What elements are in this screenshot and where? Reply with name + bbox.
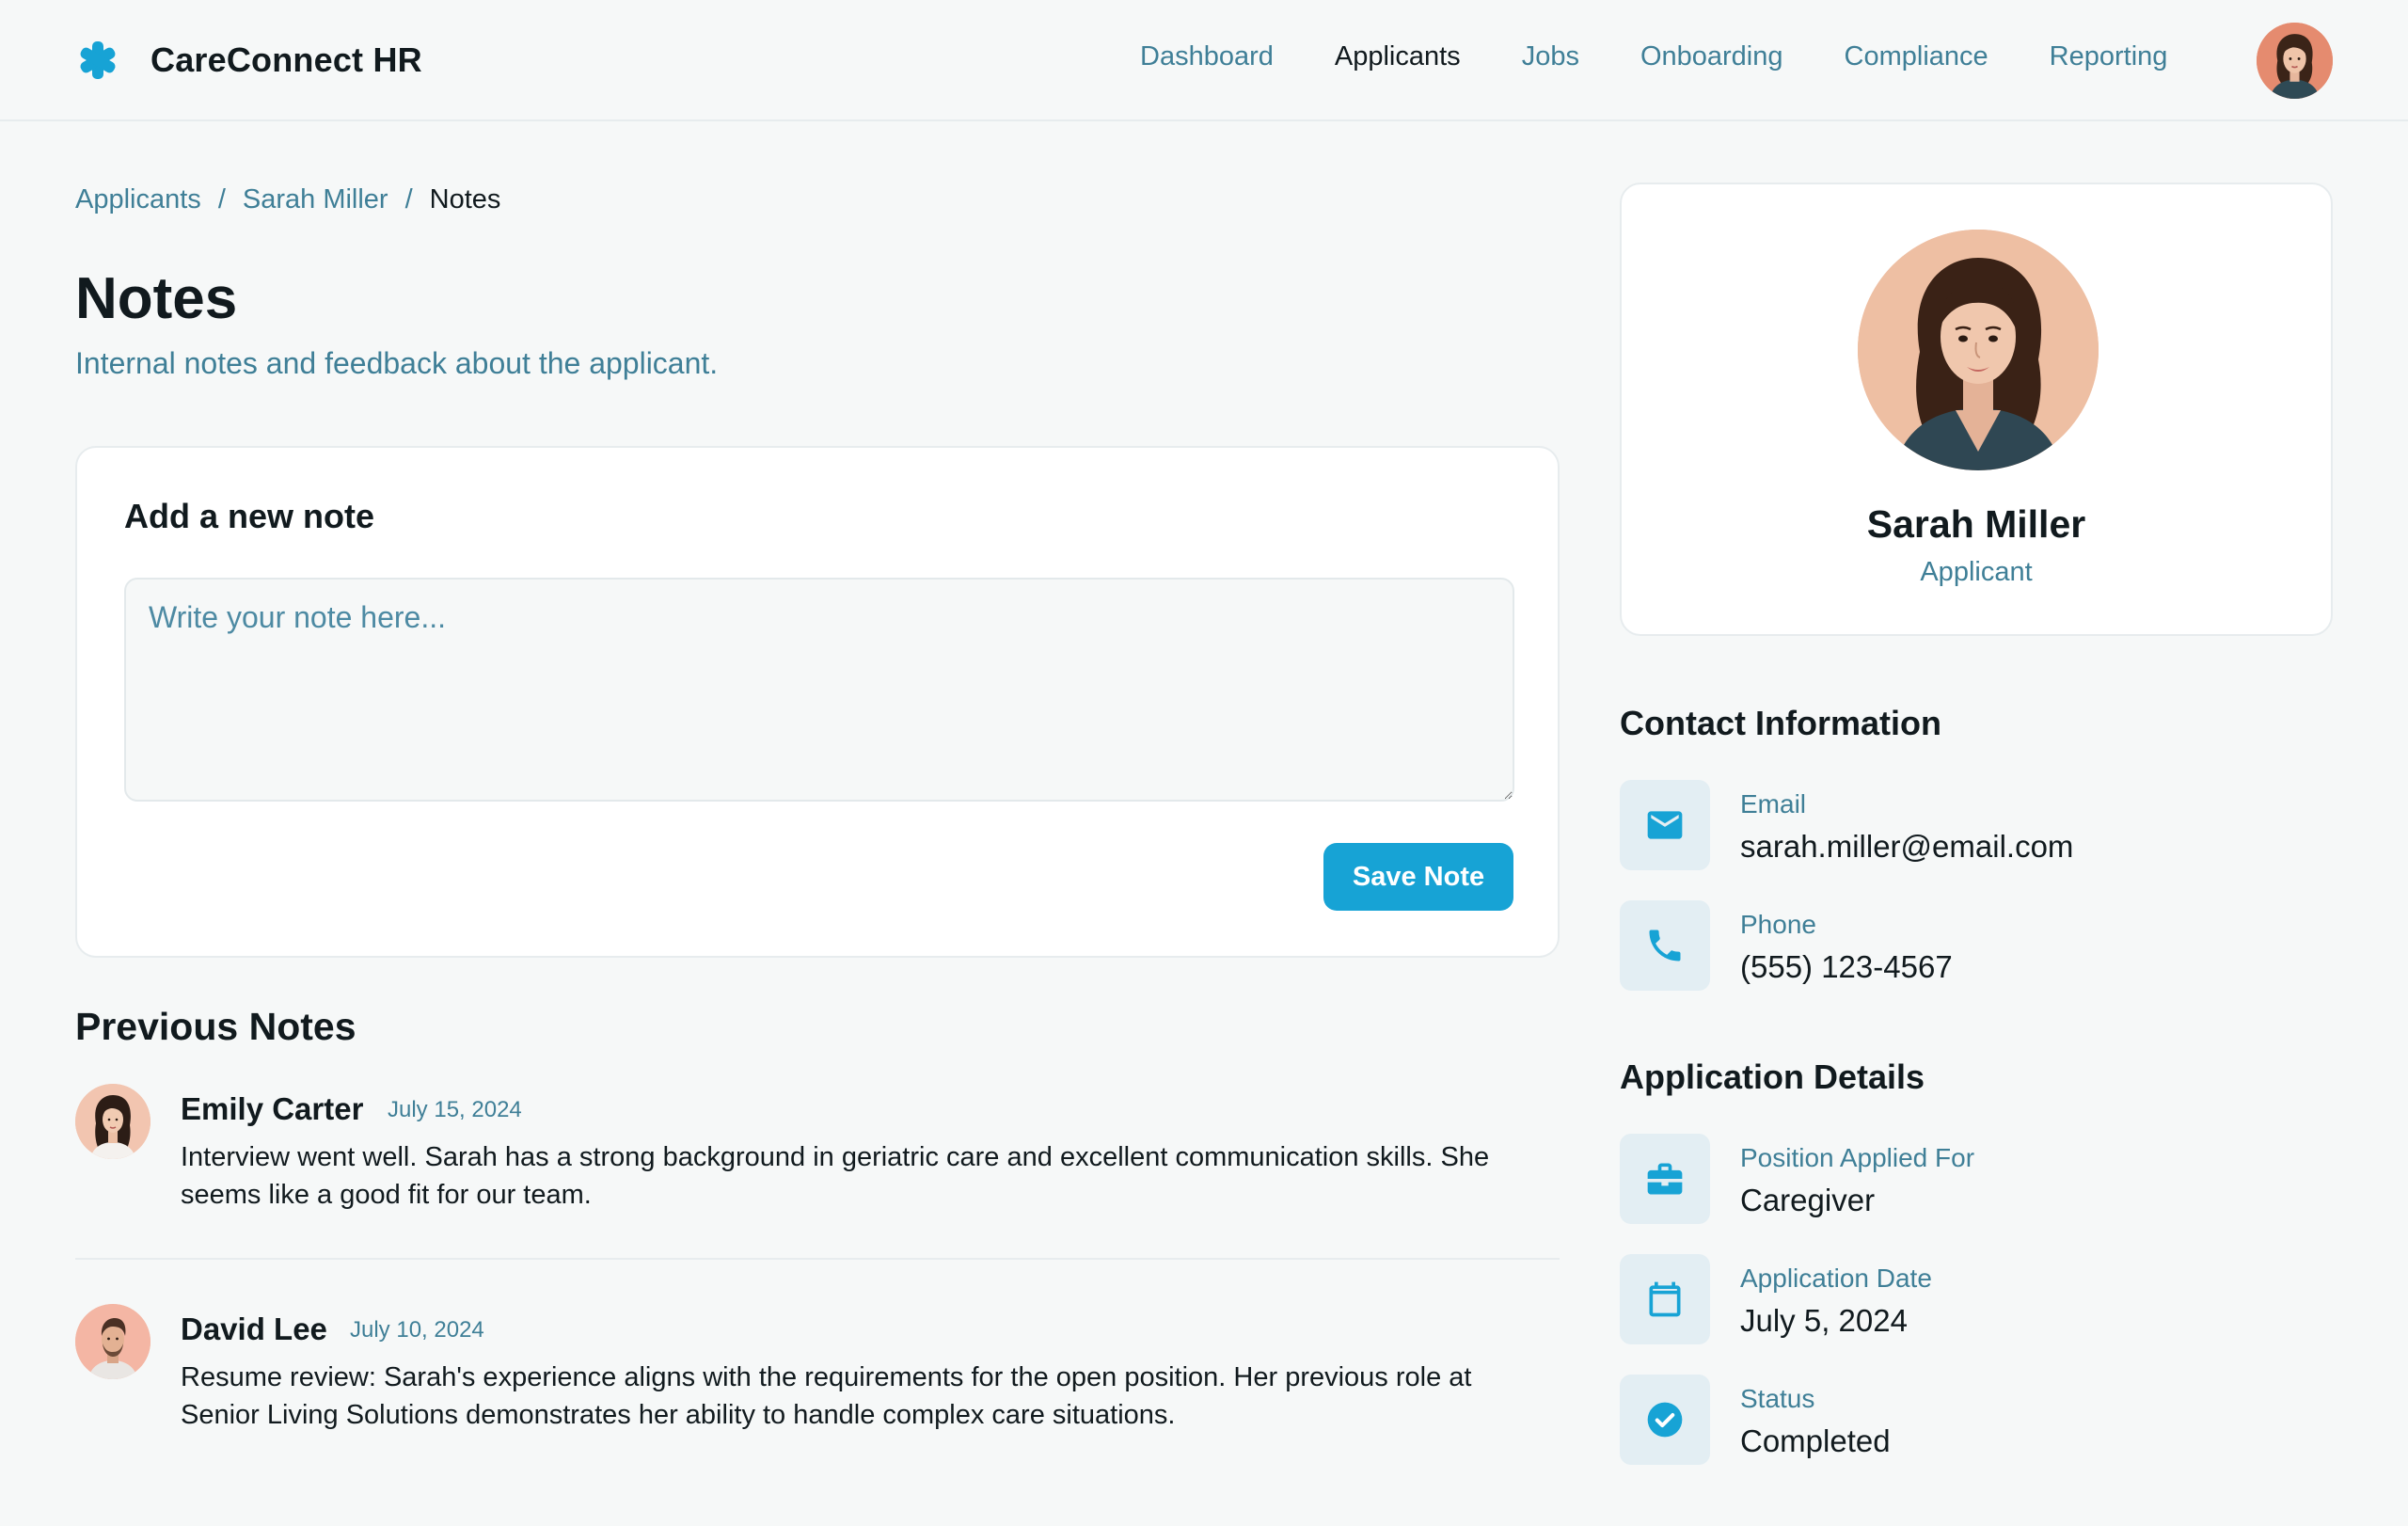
application-date-value: July 5, 2024 (1740, 1303, 1908, 1338)
applicant-name: Sarah Miller (1866, 502, 2086, 546)
user-avatar[interactable] (2257, 23, 2333, 99)
phone-label: Phone (1740, 910, 1816, 939)
note-divider (75, 1258, 1560, 1260)
note-date: July 15, 2024 (388, 1097, 522, 1122)
note-date: July 10, 2024 (350, 1317, 484, 1343)
add-note-card: Add a new note Save Note (75, 446, 1560, 958)
position-label: Position Applied For (1740, 1143, 1975, 1172)
nav-applicants[interactable]: Applicants (1335, 41, 1461, 72)
applicant-photo (1858, 230, 2099, 470)
status-label: Status (1740, 1384, 1815, 1413)
nav-onboarding[interactable]: Onboarding (1640, 41, 1783, 72)
status-row: Status Completed (1620, 1375, 2333, 1465)
check-circle-icon (1620, 1375, 1710, 1465)
note-author: Emily Carter (181, 1091, 364, 1126)
top-navigation-bar: CareConnect HR Dashboard Applicants Jobs… (0, 0, 2408, 121)
nav-compliance[interactable]: Compliance (1845, 41, 1988, 72)
brand-name: CareConnect HR (150, 40, 422, 79)
application-date-row: Application Date July 5, 2024 (1620, 1254, 2333, 1344)
note-input[interactable] (124, 578, 1514, 802)
contact-email-row: Email sarah.miller@email.com (1620, 780, 2333, 870)
breadcrumb-current: Notes (429, 184, 501, 215)
user-avatar-portrait-icon (2257, 23, 2333, 99)
phone-value[interactable]: (555) 123-4567 (1740, 949, 1953, 985)
mail-icon (1620, 780, 1710, 870)
position-row: Position Applied For Caregiver (1620, 1134, 2333, 1224)
nav-jobs[interactable]: Jobs (1522, 41, 1579, 72)
note-author-avatar (75, 1084, 150, 1159)
previous-notes-title: Previous Notes (75, 1005, 356, 1048)
breadcrumb-separator: / (217, 184, 226, 215)
note-author-avatar (75, 1304, 150, 1379)
contact-phone-row: Phone (555) 123-4567 (1620, 900, 2333, 991)
application-date-label: Application Date (1740, 1264, 1932, 1293)
note-author: David Lee (181, 1311, 327, 1346)
add-note-title: Add a new note (124, 497, 375, 535)
calendar-icon (1620, 1254, 1710, 1344)
applicant-role: Applicant (1920, 557, 2033, 587)
briefcase-icon (1620, 1134, 1710, 1224)
breadcrumb-sarah-miller[interactable]: Sarah Miller (243, 184, 388, 215)
main-nav: Dashboard Applicants Jobs Onboarding Com… (1140, 41, 2167, 72)
page-title: Notes (75, 266, 238, 331)
phone-icon (1620, 900, 1710, 991)
breadcrumb-applicants[interactable]: Applicants (75, 184, 201, 215)
medical-asterisk-icon (80, 41, 116, 79)
application-details-title: Application Details (1620, 1057, 1925, 1096)
nav-reporting[interactable]: Reporting (2050, 41, 2168, 72)
breadcrumb: Applicants / Sarah Miller / Notes (75, 184, 500, 215)
note-text: Resume review: Sarah's experience aligns… (181, 1362, 1472, 1430)
applicant-profile-card: Sarah Miller Applicant (1620, 183, 2333, 636)
email-label: Email (1740, 789, 1807, 819)
position-value: Caregiver (1740, 1183, 1876, 1217)
status-value: Completed (1740, 1423, 1891, 1458)
page-subtitle: Internal notes and feedback about the ap… (75, 346, 719, 380)
sarah-miller-portrait-icon (1858, 230, 2099, 470)
save-note-button[interactable]: Save Note (1323, 843, 1513, 911)
contact-info-title: Contact Information (1620, 704, 1941, 742)
email-value[interactable]: sarah.miller@email.com (1740, 829, 2073, 865)
nav-dashboard[interactable]: Dashboard (1140, 41, 1274, 72)
breadcrumb-separator: / (404, 184, 413, 215)
note-text: Interview went well. Sarah has a strong … (181, 1142, 1490, 1210)
emily-carter-portrait-icon (75, 1084, 150, 1159)
david-lee-portrait-icon (75, 1304, 150, 1379)
brand[interactable]: CareConnect HR (75, 38, 422, 83)
